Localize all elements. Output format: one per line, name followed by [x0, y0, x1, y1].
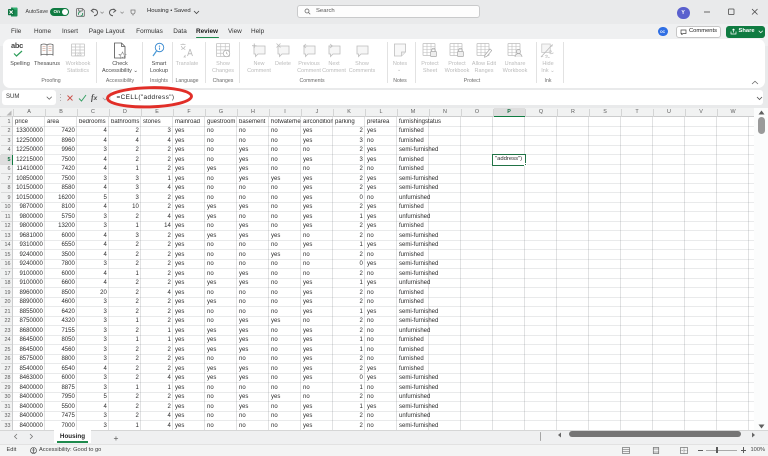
svg-text:123: 123: [74, 52, 82, 57]
